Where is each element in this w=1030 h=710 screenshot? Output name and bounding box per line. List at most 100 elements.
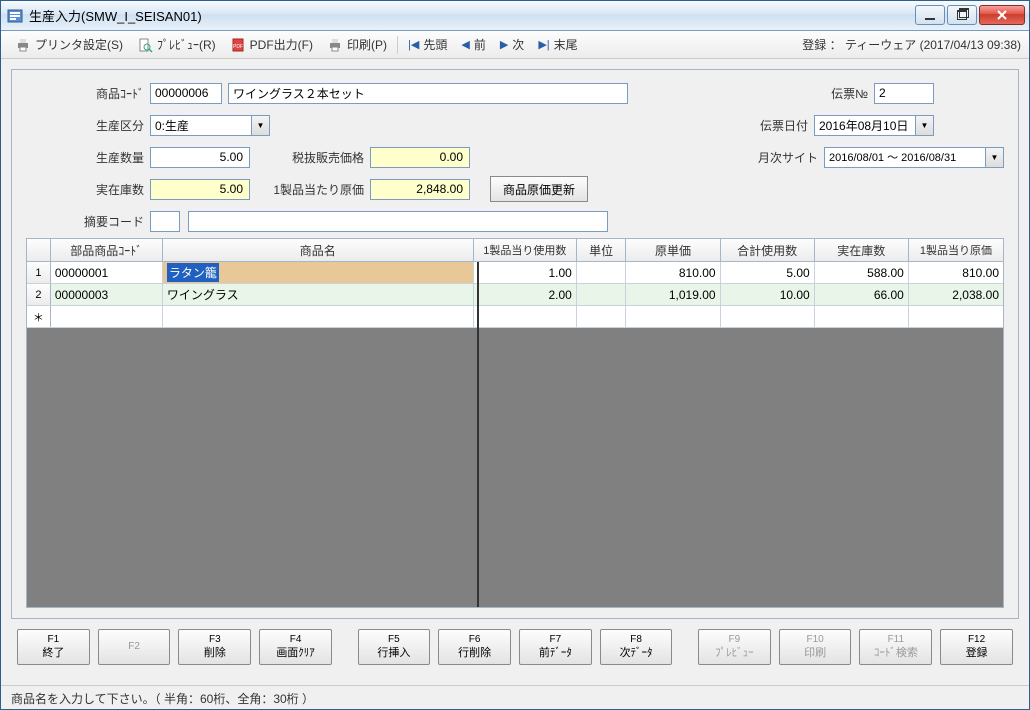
slip-date-value: 2016年08月10日 [815, 117, 915, 134]
pdf-icon: PDF [230, 37, 246, 53]
preview-label: ﾌﾟﾚﾋﾞｭｰ(R) [157, 36, 216, 53]
summary-code-input[interactable] [150, 211, 180, 232]
printer-settings-button[interactable]: プリンタ設定(S) [9, 33, 129, 56]
print-label: 印刷(P) [347, 36, 387, 53]
cell-unit[interactable] [577, 262, 627, 283]
cell-unit[interactable] [577, 306, 627, 327]
slip-no-input[interactable] [874, 83, 934, 104]
app-icon [7, 8, 23, 24]
prod-class-select[interactable]: 0:生産 ▼ [150, 115, 270, 136]
cell-code[interactable]: 00000003 [51, 284, 163, 305]
cell-name[interactable]: ワイングラス [163, 284, 474, 305]
stock-input[interactable] [150, 179, 250, 200]
grid-header-use[interactable]: 1製品当り使用数 [474, 239, 577, 261]
fkey-f10: F10印刷 [779, 629, 852, 665]
nav-next-button[interactable]: ▶次 [494, 33, 530, 56]
price-input[interactable] [370, 147, 470, 168]
grid-header-rownum [27, 239, 51, 261]
cell-unit[interactable] [577, 284, 627, 305]
fkey-f9: F9ﾌﾟﾚﾋﾞｭｰ [698, 629, 771, 665]
fkey-f2: F2 [98, 629, 171, 665]
separator [397, 36, 398, 54]
cell-use[interactable]: 2.00 [474, 284, 577, 305]
svg-text:PDF: PDF [233, 44, 243, 50]
cell-unitprice[interactable]: 1,019.00 [626, 284, 720, 305]
fkey-f8[interactable]: F8次ﾃﾞｰﾀ [600, 629, 673, 665]
prod-class-value: 0:生産 [151, 117, 251, 134]
grid-header-unit[interactable]: 単位 [577, 239, 627, 261]
cost-input[interactable] [370, 179, 470, 200]
fkey-f4[interactable]: F4画面ｸﾘｱ [259, 629, 332, 665]
update-cost-button[interactable]: 商品原価更新 [490, 176, 588, 202]
grid-header-code[interactable]: 部品商品ｺｰﾄﾞ [51, 239, 163, 261]
cell-unitprice[interactable] [626, 306, 720, 327]
fkey-f12[interactable]: F12登録 [940, 629, 1013, 665]
cell-name[interactable] [163, 306, 474, 327]
fkey-f3[interactable]: F3削除 [178, 629, 251, 665]
cell-use[interactable]: 1.00 [474, 262, 577, 283]
qty-input[interactable] [150, 147, 250, 168]
fkey-f11: F11ｺｰﾄﾞ検索 [859, 629, 932, 665]
monthly-value: 2016/08/01 ～ 2016/08/31 [825, 149, 985, 165]
summary-code-label: 摘要コード [80, 213, 150, 230]
grid-header-stock[interactable]: 実在庫数 [815, 239, 909, 261]
printer-settings-label: プリンタ設定(S) [35, 36, 123, 53]
cell-stock[interactable]: 66.00 [815, 284, 909, 305]
grid-header-totaluse[interactable]: 合計使用数 [721, 239, 815, 261]
cell-name[interactable]: ラタン籠 [163, 262, 474, 283]
nav-next-label: 次 [512, 36, 524, 53]
table-row[interactable]: 2 00000003 ワイングラス 2.00 1,019.00 10.00 66… [27, 284, 1003, 306]
print-icon [327, 37, 343, 53]
slip-no-label: 伝票№ [814, 85, 874, 102]
cell-cost[interactable]: 2,038.00 [909, 284, 1003, 305]
nav-last-label: 末尾 [554, 36, 578, 53]
monthly-label: 月次サイト [754, 149, 824, 166]
summary-text-input[interactable] [188, 211, 608, 232]
nav-first-button[interactable]: |◀先頭 [402, 33, 453, 56]
cell-code[interactable]: 00000001 [51, 262, 163, 283]
cell-use[interactable] [474, 306, 577, 327]
cell-cost[interactable]: 810.00 [909, 262, 1003, 283]
chevron-down-icon[interactable]: ▼ [985, 148, 1003, 167]
cell-totaluse[interactable]: 10.00 [721, 284, 815, 305]
chevron-down-icon[interactable]: ▼ [251, 116, 269, 135]
cell-code[interactable] [51, 306, 163, 327]
cell-totaluse[interactable] [721, 306, 815, 327]
preview-button[interactable]: ﾌﾟﾚﾋﾞｭｰ(R) [131, 33, 222, 56]
pdf-button[interactable]: PDF PDF出力(F) [224, 33, 319, 56]
cell-cost[interactable] [909, 306, 1003, 327]
product-name-input[interactable] [228, 83, 628, 104]
close-button[interactable] [979, 5, 1025, 25]
nav-prev-label: 前 [474, 36, 486, 53]
cell-stock[interactable]: 588.00 [815, 262, 909, 283]
table-row-new[interactable]: ＊ [27, 306, 1003, 328]
cell-totaluse[interactable]: 5.00 [721, 262, 815, 283]
grid-header-name[interactable]: 商品名 [163, 239, 474, 261]
qty-label: 生産数量 [80, 149, 150, 166]
status-bar: 商品名を入力して下さい。（ 半角：60桁、全角：30桁 ） [1, 685, 1029, 709]
fkey-f1[interactable]: F1終了 [17, 629, 90, 665]
nav-last-button[interactable]: ▶|末尾 [532, 33, 583, 56]
slip-date-select[interactable]: 2016年08月10日 ▼ [814, 115, 934, 136]
maximize-button[interactable] [947, 5, 977, 25]
minimize-button[interactable] [915, 5, 945, 25]
grid-header-cost[interactable]: 1製品当り原価 [909, 239, 1003, 261]
table-row[interactable]: 1 00000001 ラタン籠 1.00 810.00 5.00 588.00 … [27, 262, 1003, 284]
product-code-input[interactable] [150, 83, 222, 104]
fkey-f5[interactable]: F5行挿入 [358, 629, 431, 665]
slip-date-label: 伝票日付 [754, 117, 814, 134]
row-index: 2 [27, 284, 51, 305]
cell-unitprice[interactable]: 810.00 [626, 262, 720, 283]
grid-header-unitprice[interactable]: 原単価 [626, 239, 720, 261]
fkey-f7[interactable]: F7前ﾃﾞｰﾀ [519, 629, 592, 665]
cell-stock[interactable] [815, 306, 909, 327]
chevron-down-icon[interactable]: ▼ [915, 116, 933, 135]
fkey-f6[interactable]: F6行削除 [438, 629, 511, 665]
print-button[interactable]: 印刷(P) [321, 33, 393, 56]
register-info: 登録 ： ティーウェア (2017/04/13 09:38) [802, 36, 1021, 53]
monthly-select[interactable]: 2016/08/01 ～ 2016/08/31 ▼ [824, 147, 1004, 168]
preview-icon [137, 37, 153, 53]
prod-class-label: 生産区分 [80, 117, 150, 134]
pdf-label: PDF出力(F) [250, 36, 313, 53]
nav-prev-button[interactable]: ◀前 [455, 33, 491, 56]
